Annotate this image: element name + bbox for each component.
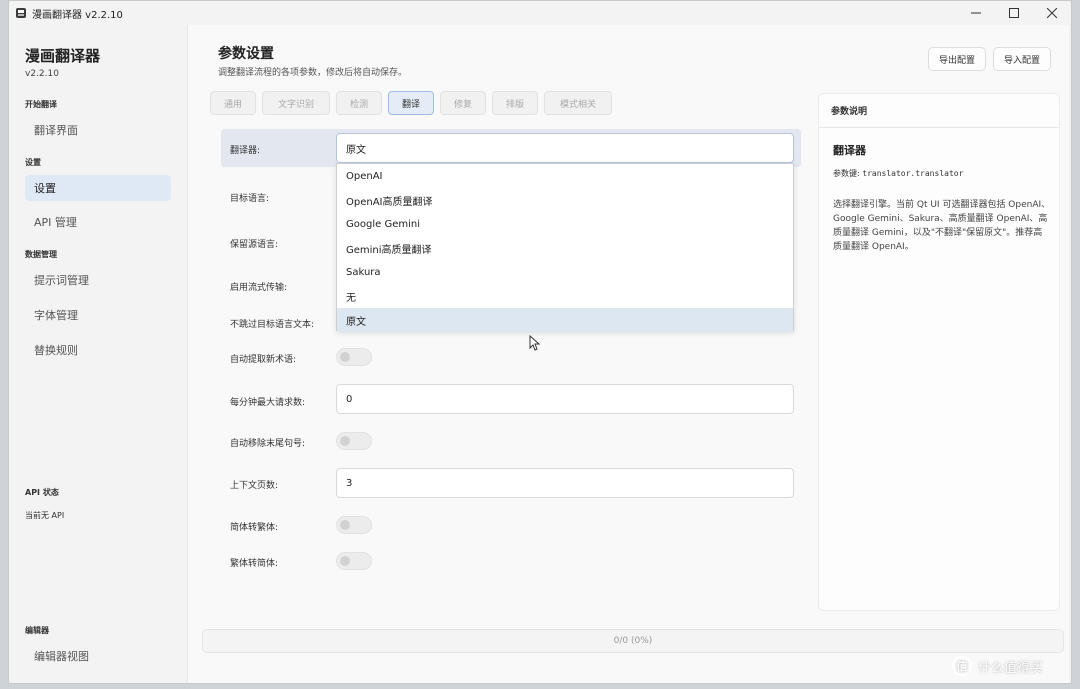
main-content: 参数设置 调整翻译流程的各项参数，修改后将自动保存。 导出配置 导入配置 通用 … <box>187 25 1069 683</box>
watermark-text: 什么值得买 <box>978 660 1044 676</box>
dropdown-option-openai-hq[interactable]: OpenAI高质量翻译 <box>337 188 793 212</box>
dropdown-option-sakura[interactable]: Sakura <box>337 260 793 284</box>
sidebar-item-replace-rules[interactable]: 替换规则 <box>25 337 171 363</box>
sidebar-version: v2.2.10 <box>25 69 59 79</box>
sidebar: 漫画翻译器 v2.2.10 开始翻译 翻译界面 设置 设置 API 管理 数据管… <box>9 25 187 683</box>
api-status-value: 当前无 API <box>25 511 65 520</box>
panel-param-title: 翻译器 <box>833 144 866 157</box>
app-logo-icon <box>16 8 26 18</box>
page-subtitle: 调整翻译流程的各项参数，修改后将自动保存。 <box>218 68 408 78</box>
translator-label: 翻译器: <box>230 146 261 156</box>
auto-extract-terms-toggle[interactable] <box>336 348 372 366</box>
maximize-icon <box>1009 8 1019 18</box>
mouse-cursor-icon <box>529 335 541 351</box>
page-title: 参数设置 <box>218 46 274 62</box>
parameter-help-panel: 参数说明 翻译器 参数键: translator.translator 选择翻译… <box>818 93 1060 611</box>
watermark-logo-icon: 值 <box>952 656 972 676</box>
titlebar: 漫画翻译器 v2.2.10 <box>9 1 1071 25</box>
close-button[interactable] <box>1033 1 1071 25</box>
tab-ocr[interactable]: 文字识别 <box>262 91 330 115</box>
tab-general[interactable]: 通用 <box>210 91 256 115</box>
sidebar-app-name: 漫画翻译器 <box>25 47 101 65</box>
dropdown-option-gemini-hq[interactable]: Gemini高质量翻译 <box>337 236 793 260</box>
section-data-management: 数据管理 <box>25 250 57 259</box>
tab-mode[interactable]: 模式相关 <box>544 91 612 115</box>
panel-key-label: 参数键: <box>833 169 860 178</box>
section-settings: 设置 <box>25 158 41 167</box>
progress-bar: 0/0 (0%) <box>202 629 1064 653</box>
no-skip-target-label: 不跳过目标语言文本: <box>230 320 315 330</box>
tab-detection[interactable]: 检测 <box>336 91 382 115</box>
window-controls <box>957 1 1071 25</box>
minimize-icon <box>971 12 981 14</box>
panel-header: 参数说明 <box>819 94 1059 128</box>
minimize-button[interactable] <box>957 1 995 25</box>
sidebar-item-settings[interactable]: 设置 <box>25 175 171 201</box>
translator-dropdown-list: OpenAI OpenAI高质量翻译 Google Gemini Gemini高… <box>336 163 794 332</box>
traditional-to-simplified-toggle[interactable] <box>336 552 372 570</box>
tab-translation[interactable]: 翻译 <box>388 91 434 115</box>
close-icon <box>1047 8 1057 18</box>
progress-text: 0/0 (0%) <box>613 636 653 646</box>
section-start-translate: 开始翻译 <box>25 100 57 109</box>
section-editor: 编辑器 <box>25 626 49 635</box>
sidebar-item-api[interactable]: API 管理 <box>25 209 171 235</box>
watermark: 值 什么值得买 <box>952 656 1043 676</box>
import-config-button[interactable]: 导入配置 <box>993 47 1051 71</box>
sidebar-item-editor-view[interactable]: 编辑器视图 <box>25 643 171 669</box>
context-pages-label: 上下文页数: <box>230 481 279 491</box>
sidebar-item-prompts[interactable]: 提示词管理 <box>25 267 171 293</box>
export-config-button[interactable]: 导出配置 <box>928 47 986 71</box>
target-language-label: 目标语言: <box>230 194 270 204</box>
streaming-label: 启用流式传输: <box>230 283 288 293</box>
max-rpm-label: 每分钟最大请求数: <box>230 398 306 408</box>
panel-description: 选择翻译引擎。当前 Qt UI 可选翻译器包括 OpenAI、Google Ge… <box>833 200 1051 252</box>
keep-source-language-label: 保留源语言: <box>230 240 279 250</box>
sidebar-item-translate[interactable]: 翻译界面 <box>25 117 171 143</box>
window-title: 漫画翻译器 v2.2.10 <box>32 9 123 21</box>
dropdown-option-original[interactable]: 原文 <box>337 308 793 332</box>
auto-extract-terms-label: 自动提取新术语: <box>230 355 297 365</box>
app-window: 漫画翻译器 v2.2.10 漫画翻译器 v2.2.10 开始翻译 翻译界面 设置… <box>8 0 1072 684</box>
sidebar-item-fonts[interactable]: 字体管理 <box>25 302 171 328</box>
context-pages-input[interactable]: 3 <box>336 468 794 498</box>
simplified-to-traditional-toggle[interactable] <box>336 516 372 534</box>
dropdown-option-openai[interactable]: OpenAI <box>337 164 793 188</box>
remove-trailing-period-label: 自动移除末尾句号: <box>230 439 306 449</box>
panel-param-key: 参数键: translator.translator <box>833 168 963 179</box>
traditional-to-simplified-label: 繁体转简体: <box>230 559 279 569</box>
dropdown-option-none[interactable]: 无 <box>337 284 793 308</box>
remove-trailing-period-toggle[interactable] <box>336 432 372 450</box>
simplified-to-traditional-label: 简体转繁体: <box>230 523 279 533</box>
api-status-title: API 状态 <box>25 488 59 497</box>
maximize-button[interactable] <box>995 1 1033 25</box>
translator-combobox[interactable]: 原文 <box>336 133 794 163</box>
panel-key-value: translator.translator <box>862 169 964 178</box>
tab-typesetting[interactable]: 排版 <box>492 91 538 115</box>
tab-inpaint[interactable]: 修复 <box>440 91 486 115</box>
dropdown-option-gemini[interactable]: Google Gemini <box>337 212 793 236</box>
max-rpm-input[interactable]: 0 <box>336 384 794 414</box>
